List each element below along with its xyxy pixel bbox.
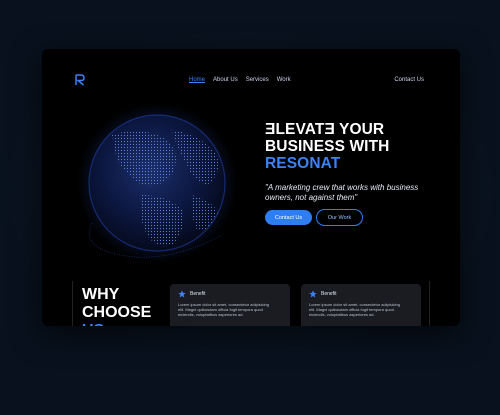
why-choose-us-heading: WHY CHOOSE US (82, 286, 151, 326)
r-logo-icon[interactable] (75, 74, 85, 86)
hero-title-line2: BUSINESS WITH (265, 138, 390, 155)
card-title: Benefit (321, 291, 337, 297)
main-nav: Home About Us Services Work (189, 77, 291, 83)
nav-item-services[interactable]: Services (246, 77, 269, 83)
nav-item-about[interactable]: About Us (213, 77, 238, 83)
hero-tagline: "A marketing crew that works with busine… (265, 183, 419, 202)
dotted-globe-illustration (77, 103, 237, 263)
nav-contact-link[interactable]: Contact Us (394, 77, 424, 83)
why-line1: WHY (82, 286, 120, 303)
card-title: Benefit (190, 291, 206, 297)
divider (72, 281, 73, 326)
divider (429, 281, 430, 326)
website-mockup: Home About Us Services Work Contact Us Ǝ… (42, 49, 460, 326)
card-body: Lorem ipsum dolor sit amet, consectetur … (309, 302, 413, 317)
nav-item-work[interactable]: Work (277, 77, 291, 83)
nav-item-home[interactable]: Home (189, 77, 205, 83)
why-line2: CHOOSE (82, 304, 152, 321)
benefit-card: Benefit Lorem ipsum dolor sit amet, cons… (301, 284, 421, 326)
hero-title: ƎLEVATƎ YOUR BUSINESS WITH RESONAT (265, 121, 435, 172)
benefit-card: Benefit Lorem ipsum dolor sit amet, cons… (170, 284, 290, 326)
card-body-line: eiciendis, voluptatibus asperiores ad. (309, 312, 375, 317)
star-icon (309, 290, 317, 298)
our-work-button[interactable]: Our Work (316, 209, 363, 226)
star-icon (178, 290, 186, 298)
card-body-line: eiciendis, voluptatibus asperiores ad. (178, 312, 244, 317)
hero-brand-name: RESONAT (265, 155, 341, 172)
why-line3: US (82, 322, 151, 326)
card-body: Lorem ipsum dolor sit amet, consectetur … (178, 302, 282, 317)
hero-title-line1: ƎLEVATƎ YOUR (265, 121, 385, 138)
contact-us-button[interactable]: Contact Us (265, 210, 312, 225)
